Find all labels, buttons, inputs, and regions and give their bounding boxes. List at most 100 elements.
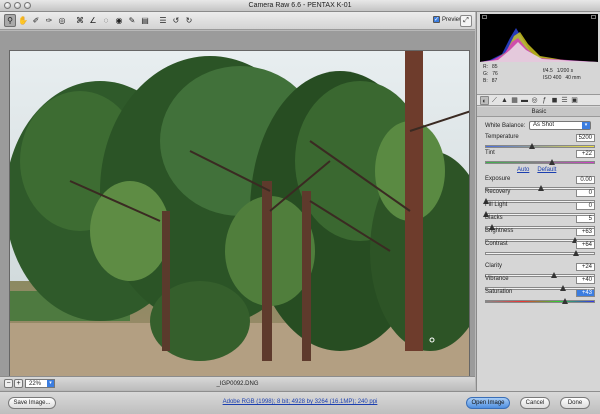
white-balance-select[interactable]: As Shot ▾: [529, 121, 591, 130]
brush-icon: ✎: [128, 15, 136, 25]
target-icon: ◎: [58, 15, 66, 25]
close-window-icon[interactable]: [4, 2, 11, 9]
clarity-label: Clarity: [485, 263, 503, 269]
blacks-label: Blacks: [485, 215, 503, 221]
crop-tool[interactable]: ⌘: [74, 14, 86, 27]
zoom-window-icon[interactable]: [24, 2, 31, 9]
tint-track[interactable]: [485, 161, 595, 164]
white-balance-row: White Balance: As Shot ▾: [485, 121, 597, 130]
vibrance-label: Vibrance: [485, 276, 509, 282]
exposure-value-field[interactable]: 0.00: [576, 176, 595, 184]
red-eye-tool[interactable]: ◉: [113, 14, 125, 27]
white-balance-label: White Balance:: [485, 122, 526, 129]
section-title: Basic: [477, 107, 600, 117]
contrast-value-field[interactable]: +64: [576, 241, 595, 249]
brightness-value-field[interactable]: +63: [576, 228, 595, 236]
white-balance-value: As Shot: [533, 122, 555, 128]
shutter-value: 1/200 s: [556, 68, 574, 74]
pine-tree-photo: [10, 51, 469, 386]
tint-slider[interactable]: Tint +22: [485, 150, 595, 168]
list-icon: ☰: [159, 15, 167, 25]
saturation-thumb[interactable]: [562, 298, 569, 304]
vibrance-value-field[interactable]: +40: [576, 276, 595, 284]
hand-tool[interactable]: ✋: [17, 14, 29, 27]
fill-light-value-field[interactable]: 0: [576, 202, 595, 210]
highlight-clipping-icon[interactable]: [591, 15, 596, 19]
saturation-slider[interactable]: Saturation +43: [485, 289, 595, 307]
rotate-left-tool[interactable]: ↺: [170, 14, 182, 27]
fullscreen-icon[interactable]: ⤢: [460, 15, 472, 27]
focal-length-value: 40 mm: [565, 75, 581, 81]
saturation-value-field[interactable]: +43: [576, 289, 595, 297]
preferences-tool[interactable]: ☰: [157, 14, 169, 27]
open-image-button[interactable]: Open Image: [466, 397, 510, 409]
white-balance-tool[interactable]: ✐: [30, 14, 42, 27]
photo-preview[interactable]: [9, 50, 470, 387]
tab-camera-calibration-icon[interactable]: ◼: [550, 96, 559, 105]
aperture-value: f/4.5: [543, 68, 553, 74]
saturation-track[interactable]: [485, 300, 595, 303]
temperature-track[interactable]: [485, 145, 595, 148]
file-name: _IGP0092.DNG: [216, 381, 259, 387]
gradient-icon: ▤: [141, 15, 149, 25]
tab-fx-icon[interactable]: ƒ: [540, 96, 549, 105]
tab-tone-curve-icon[interactable]: ⟋: [490, 96, 499, 105]
magnifier-icon: ⚲: [7, 15, 13, 25]
clarity-value-field[interactable]: +24: [576, 263, 595, 271]
saturation-label: Saturation: [485, 289, 513, 295]
tool-separator: [69, 14, 73, 27]
tab-lens-icon[interactable]: ◎: [530, 96, 539, 105]
contrast-label: Contrast: [485, 241, 508, 247]
tab-detail-icon[interactable]: ▲: [500, 96, 509, 105]
tab-snapshots-icon[interactable]: ▣: [570, 96, 579, 105]
g-label: G:: [483, 71, 489, 77]
r-value: 85: [492, 64, 498, 70]
temperature-thumb[interactable]: [529, 143, 536, 149]
tab-split-toning-icon[interactable]: ▬: [520, 96, 529, 105]
tab-basic-icon[interactable]: ◐: [480, 95, 489, 105]
toolbar: ⚲ ✋ ✐ ✑ ◎ ⌘ ∠ ◌ ◉ ✎ ▤ ☰ ↺ ↻ ✓ Preview ⤢: [0, 12, 475, 30]
recovery-value-field[interactable]: 0: [576, 189, 595, 197]
minimize-window-icon[interactable]: [14, 2, 21, 9]
contrast-slider[interactable]: Contrast +64: [485, 241, 595, 259]
contrast-thumb[interactable]: [573, 250, 580, 256]
done-button[interactable]: Done: [560, 397, 590, 409]
tint-value-field[interactable]: +22: [576, 150, 595, 158]
zoom-tool[interactable]: ⚲: [4, 14, 16, 27]
blacks-value-field[interactable]: 5: [576, 215, 595, 223]
color-sampler-tool[interactable]: ✑: [43, 14, 55, 27]
workflow-options-link[interactable]: Adobe RGB (1998); 8 bit; 4928 by 3264 (1…: [0, 399, 600, 405]
temperature-label: Temperature: [485, 134, 519, 140]
tint-thumb[interactable]: [549, 159, 555, 165]
straighten-tool[interactable]: ∠: [87, 14, 99, 27]
eye-icon: ◉: [115, 15, 123, 25]
tab-hsl-icon[interactable]: ▦: [510, 96, 519, 105]
graduated-filter-tool[interactable]: ▤: [139, 14, 151, 27]
adjustment-brush-tool[interactable]: ✎: [126, 14, 138, 27]
histogram: [480, 14, 598, 62]
b-label: B:: [483, 78, 488, 84]
panel-tabs: ◐ ⟋ ▲ ▦ ▬ ◎ ƒ ◼ ☰ ▣: [477, 94, 600, 106]
preview-checkbox[interactable]: ✓: [433, 16, 440, 23]
zoom-bar: − + 22% ▾ _IGP0092.DNG: [0, 376, 475, 390]
chevron-down-icon: ▾: [582, 122, 590, 129]
cancel-button[interactable]: Cancel: [520, 397, 550, 409]
rotate-right-tool[interactable]: ↻: [183, 14, 195, 27]
rotate-right-icon: ↻: [185, 15, 193, 25]
preview-toggle[interactable]: ✓ Preview: [433, 16, 463, 23]
shadow-clipping-icon[interactable]: [482, 15, 487, 19]
rgb-exif-readout: R: 85 G: 76 B: 87 f/4.5 1/200 s ISO 400 40 mm: [483, 63, 597, 91]
window-controls: [4, 2, 31, 9]
footer-bar: Save Image... Adobe RGB (1998); 8 bit; 4…: [0, 391, 600, 414]
targeted-adjustment-tool[interactable]: ◎: [56, 14, 68, 27]
brightness-label: Brightness: [485, 228, 514, 234]
recovery-label: Recovery: [485, 189, 511, 195]
temperature-value-field[interactable]: 5200: [576, 134, 595, 142]
tab-presets-icon[interactable]: ☰: [560, 96, 569, 105]
spot-removal-tool[interactable]: ◌: [100, 14, 112, 27]
fill-light-label: Fill Light: [485, 202, 508, 208]
r-label: R:: [483, 64, 488, 70]
exposure-label: Exposure: [485, 176, 511, 182]
image-canvas[interactable]: [0, 31, 475, 387]
g-value: 76: [492, 71, 498, 77]
